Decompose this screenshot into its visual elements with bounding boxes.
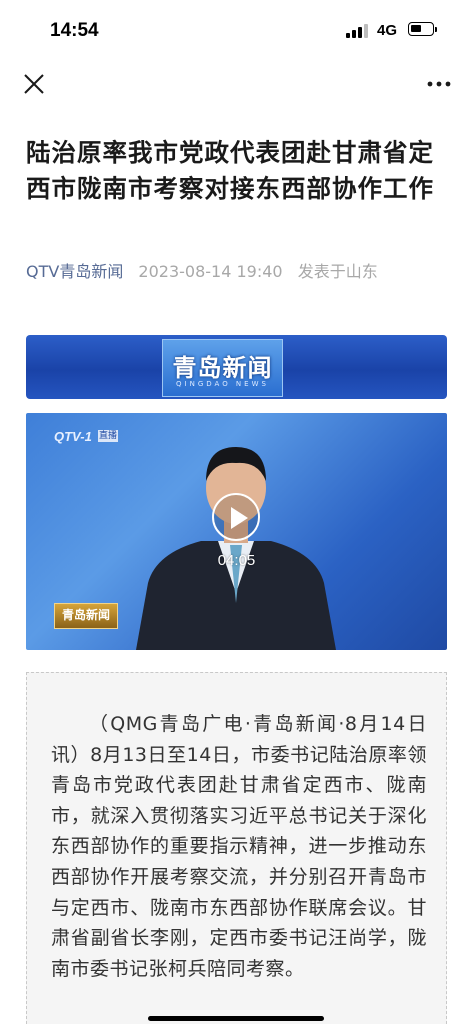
more-horizontal-icon [427, 81, 451, 87]
article-paragraph: （QMG青岛广电·青岛新闻·8月14日讯）8月13日至14日，市委书记陆治原率领… [51, 713, 427, 980]
video-player[interactable]: QTV-1 直播 04:05 青岛新闻 [26, 413, 447, 650]
home-indicator[interactable] [148, 1016, 324, 1021]
battery-icon [408, 22, 434, 36]
battery-cap [435, 27, 437, 32]
publish-location: 发表于山东 [297, 262, 378, 281]
play-icon [231, 507, 248, 529]
publish-date: 2023-08-14 19:40 [138, 262, 283, 281]
article-meta: QTV青岛新闻 2023-08-14 19:40 发表于山东 [26, 260, 378, 284]
channel-tag: 直播 [98, 430, 118, 442]
article-body-box: （QMG青岛广电·青岛新闻·8月14日讯）8月13日至14日，市委书记陆治原率领… [26, 672, 447, 1024]
video-badge-text: 青岛新闻 [61, 608, 110, 622]
more-button[interactable] [424, 72, 454, 96]
video-duration: 04:05 [217, 552, 256, 569]
channel-logo: QTV-1 [54, 429, 92, 444]
nav-bar [0, 62, 473, 106]
close-button[interactable] [22, 72, 46, 96]
network-type: 4G [377, 22, 398, 39]
signal-icon [346, 24, 370, 38]
status-bar: 14:54 4G [0, 0, 473, 62]
play-button[interactable] [212, 493, 260, 541]
program-banner: 青岛新闻 QINGDAO NEWS [26, 335, 447, 399]
article-title: 陆治原率我市党政代表团赴甘肃省定西市陇南市考察对接东西部协作工作 [26, 138, 434, 203]
banner-logo: 青岛新闻 QINGDAO NEWS [162, 339, 283, 397]
status-time: 14:54 [50, 20, 99, 41]
news-anchor-image [136, 447, 336, 650]
source-account-link[interactable]: QTV青岛新闻 [26, 262, 123, 281]
banner-subtitle: QINGDAO NEWS [176, 380, 269, 388]
close-icon [24, 74, 44, 94]
banner-title: 青岛新闻 [172, 354, 273, 382]
video-badge: 青岛新闻 [54, 603, 118, 629]
